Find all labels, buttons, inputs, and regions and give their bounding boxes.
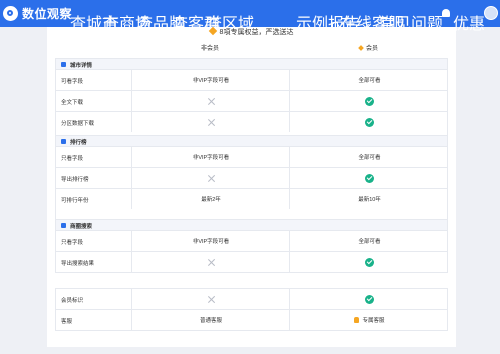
vip-cell bbox=[289, 252, 449, 272]
table-row: 客服 普通客服 专属客服 bbox=[55, 309, 448, 331]
row-label: 只看字段 bbox=[61, 156, 84, 162]
check-icon bbox=[365, 173, 374, 183]
banner-text: 8項专属权益，严选送达 bbox=[219, 29, 294, 36]
table-row: 导出搜索结果 bbox=[55, 251, 448, 272]
free-cell bbox=[131, 168, 290, 188]
row-label: 客服 bbox=[61, 319, 73, 325]
section-ranking: 排行榜 bbox=[55, 135, 448, 146]
top-nav-bar: 数位观察 查城市 查商场 查品牌 查客群 查区域 示例报告 在线客服 常见问题 … bbox=[0, 0, 500, 33]
free-cell bbox=[131, 289, 290, 309]
free-cell: 非VIP字段可看 bbox=[131, 147, 290, 167]
table-row: 可排行年份 最新2年 最新10年 bbox=[55, 188, 448, 209]
free-value: 非VIP字段可看 bbox=[192, 239, 230, 245]
row-label: 只看字段 bbox=[61, 240, 84, 246]
table-row: 会员标识 bbox=[55, 288, 448, 309]
vip-cell bbox=[289, 168, 449, 188]
vip-value: 专属客服 bbox=[362, 318, 385, 324]
cross-icon bbox=[208, 296, 215, 303]
free-cell: 非VIP字段可看 bbox=[131, 231, 290, 251]
check-icon bbox=[365, 294, 374, 304]
table-row: 全文下载 bbox=[55, 90, 448, 111]
free-value: 最新2年 bbox=[201, 197, 221, 203]
free-cell bbox=[131, 112, 290, 132]
table-row: 可看字段 非VIP字段可看 全部可看 bbox=[55, 69, 448, 90]
logo-icon bbox=[3, 6, 18, 21]
vip-cell: 最新10年 bbox=[289, 189, 449, 209]
free-cell: 最新2年 bbox=[131, 189, 290, 209]
vip-value: 最新10年 bbox=[358, 197, 381, 203]
diamond-icon bbox=[208, 26, 217, 36]
cross-icon bbox=[208, 119, 215, 126]
section-city-details: 城市详情 bbox=[55, 58, 448, 69]
column-header-free: 非会员 bbox=[200, 46, 219, 52]
free-value: 非VIP字段可看 bbox=[192, 78, 230, 84]
row-label: 可看字段 bbox=[61, 79, 84, 85]
user-icon bbox=[354, 317, 360, 323]
row-label: 全文下载 bbox=[61, 100, 84, 106]
cross-icon bbox=[208, 259, 215, 266]
section-title: 商圈搜索 bbox=[70, 224, 93, 230]
check-icon bbox=[365, 117, 374, 127]
vip-value: 全部可看 bbox=[358, 78, 381, 84]
vip-value: 全部可看 bbox=[358, 155, 381, 161]
free-value: 非VIP字段可看 bbox=[192, 155, 230, 161]
row-label: 导出排行榜 bbox=[61, 177, 89, 183]
membership-comparison-panel: 8項专属权益，严选送达 非会员 会员 城市详情 可看字段 非VIP字段可看 全部… bbox=[47, 26, 456, 347]
check-icon bbox=[365, 257, 374, 267]
vip-value: 全部可看 bbox=[358, 239, 381, 245]
free-cell bbox=[131, 252, 290, 272]
section-district-search: 商圈搜索 bbox=[55, 219, 448, 230]
column-header-vip: 会员 bbox=[289, 42, 448, 57]
search-icon bbox=[61, 223, 66, 228]
benefits-banner: 8項专属权益，严选送达 bbox=[47, 26, 456, 39]
free-cell bbox=[131, 91, 290, 111]
cross-icon bbox=[208, 98, 215, 105]
logo-text: 数位观察 bbox=[22, 7, 73, 21]
logo[interactable]: 数位观察 bbox=[3, 5, 72, 22]
cross-icon bbox=[208, 175, 215, 182]
vip-cell bbox=[289, 289, 449, 309]
vip-cell: 全部可看 bbox=[289, 147, 449, 167]
row-label: 分区数据下载 bbox=[61, 121, 95, 127]
table-row: 导出排行榜 bbox=[55, 167, 448, 188]
gift-icon bbox=[442, 9, 450, 17]
vip-cell: 全部可看 bbox=[289, 70, 449, 90]
vip-cell bbox=[289, 112, 449, 132]
vip-cell: 全部可看 bbox=[289, 231, 449, 251]
free-cell: 普通客服 bbox=[131, 310, 290, 330]
chart-icon bbox=[61, 139, 66, 144]
free-value: 普通客服 bbox=[199, 318, 222, 324]
column-header-vip-label: 会员 bbox=[365, 46, 378, 52]
section-title: 排行榜 bbox=[70, 140, 87, 146]
row-label: 可排行年份 bbox=[61, 198, 89, 204]
section-title: 城市详情 bbox=[70, 63, 93, 69]
avatar[interactable] bbox=[484, 6, 498, 20]
diamond-icon bbox=[358, 45, 364, 51]
vip-link[interactable]: 优惠 bbox=[453, 10, 485, 34]
free-cell: 非VIP字段可看 bbox=[131, 70, 290, 90]
row-label: 导出搜索结果 bbox=[61, 261, 95, 267]
row-label: 会员标识 bbox=[61, 298, 84, 304]
city-icon bbox=[61, 62, 66, 67]
table-row: 分区数据下载 bbox=[55, 111, 448, 132]
table-row: 只看字段 非VIP字段可看 全部可看 bbox=[55, 146, 448, 167]
vip-cell: 专属客服 bbox=[289, 310, 449, 330]
vip-cell bbox=[289, 91, 449, 111]
table-row: 只看字段 非VIP字段可看 全部可看 bbox=[55, 230, 448, 251]
check-icon bbox=[365, 96, 374, 106]
